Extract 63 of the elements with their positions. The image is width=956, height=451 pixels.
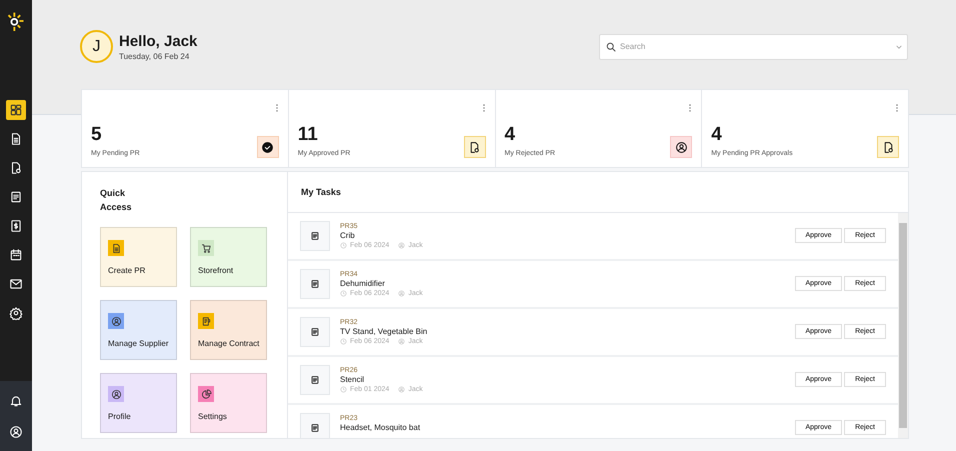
list-icon (9, 190, 23, 204)
scrollbar[interactable] (898, 213, 908, 438)
tile-label: Create PR (108, 266, 146, 275)
avatar: J (80, 30, 113, 63)
calendar-icon (9, 248, 23, 262)
quick-access-tile[interactable]: Settings (190, 373, 267, 433)
bell-icon (9, 394, 23, 408)
tile-label: Profile (108, 412, 132, 421)
task-name: Dehumidifier (340, 279, 386, 288)
quick-access-tile[interactable]: Profile (100, 373, 177, 433)
stat-value: 5 (91, 124, 103, 146)
document-icon (310, 279, 320, 289)
tile-label: Manage Supplier (108, 339, 169, 348)
document-icon (310, 375, 320, 385)
greeting: Hello, Jack (119, 32, 198, 50)
search-icon (605, 40, 617, 52)
document-badge-icon (468, 140, 481, 154)
quick-access-tile[interactable]: Manage Supplier (100, 300, 177, 360)
quick-access-tile[interactable]: Manage Contract (190, 300, 267, 360)
task-name: Crib (340, 231, 356, 240)
user-icon (398, 290, 406, 297)
mail-icon (9, 277, 23, 291)
tile-label: Storefront (198, 266, 234, 275)
contract-icon (200, 316, 212, 326)
document-icon (310, 327, 320, 337)
check-circle-icon (261, 140, 274, 154)
user-icon (398, 338, 406, 345)
document-icon (310, 423, 320, 433)
clock-icon (340, 338, 347, 345)
task-name: Headset, Mosquito bat (340, 423, 422, 432)
stat-value: 4 (711, 124, 723, 146)
logo-icon (6, 10, 26, 32)
user-icon (398, 242, 406, 249)
panel-title: My Tasks (288, 172, 908, 213)
cart-icon (200, 242, 212, 254)
quick-access-tile[interactable]: Storefront (190, 227, 267, 287)
document-icon (110, 242, 122, 254)
document-icon (9, 132, 23, 146)
user-icon (110, 316, 122, 326)
panel-title: Quick Access (100, 187, 133, 214)
settings-icon (9, 306, 23, 320)
stat-value: 4 (504, 124, 516, 146)
tile-label: Settings (198, 412, 228, 421)
sidebar-item[interactable] (6, 100, 26, 120)
user-icon (398, 386, 406, 393)
user-icon (9, 424, 23, 438)
tile-label: Manage Contract (198, 339, 259, 348)
date-text: Tuesday, 06 Feb 24 (119, 52, 190, 60)
search-field[interactable]: Search (599, 34, 908, 60)
clock-icon (340, 290, 347, 297)
document-badge-icon (9, 161, 23, 175)
invoice-icon (9, 219, 23, 233)
user-icon (674, 140, 688, 154)
document-icon (310, 231, 320, 241)
pie-chart-icon (200, 388, 212, 400)
dashboard-icon (9, 103, 23, 117)
clock-icon (340, 386, 347, 393)
user-icon (110, 388, 122, 400)
task-name: Stencil (340, 375, 366, 384)
quick-access-tile[interactable]: Create PR (100, 227, 177, 287)
task-name: TV Stand, Vegetable Bin (340, 327, 428, 336)
stat-value: 11 (298, 124, 319, 146)
clock-icon (340, 242, 347, 249)
